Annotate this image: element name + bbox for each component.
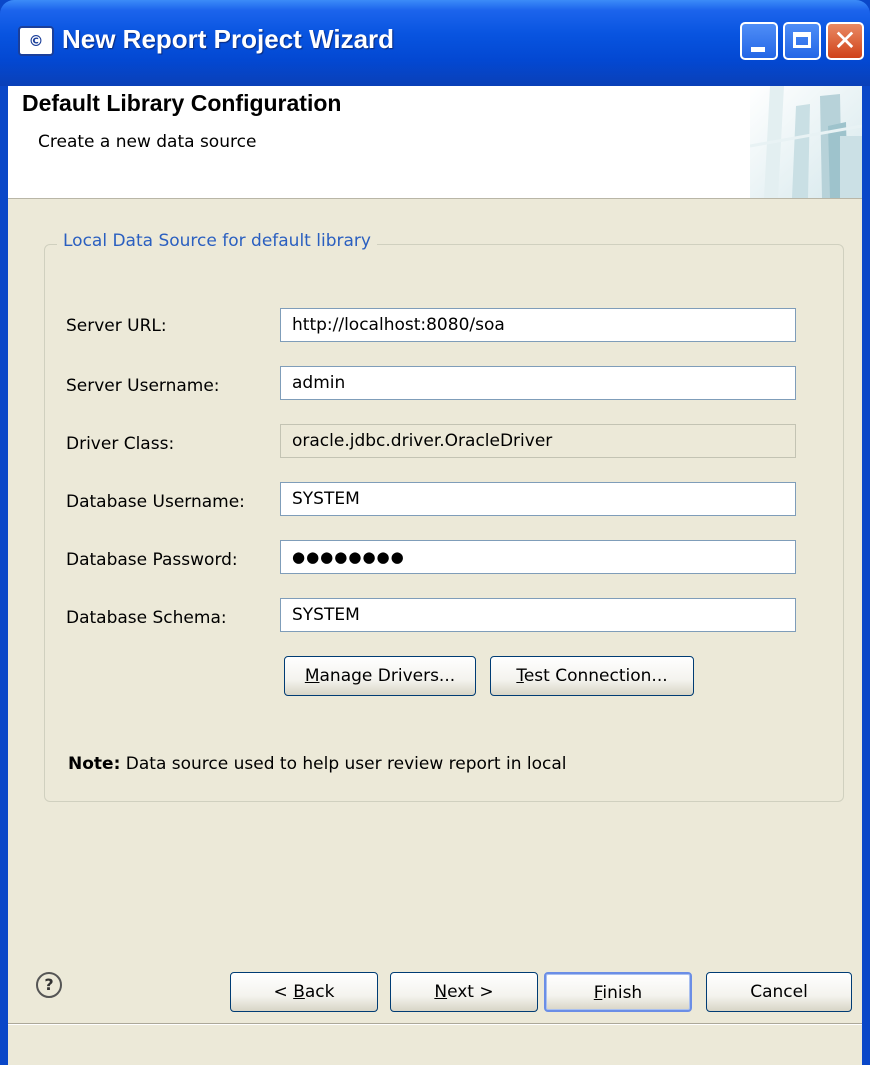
server-username-label: Server Username: — [66, 376, 220, 396]
finish-label: inish — [602, 983, 643, 1003]
maximize-icon — [793, 32, 811, 48]
back-mnemonic: B — [293, 982, 305, 1002]
close-icon: ✕ — [833, 24, 857, 57]
database-password-input[interactable] — [280, 540, 796, 574]
server-url-label: Server URL: — [66, 316, 167, 336]
back-button[interactable]: < Back — [230, 972, 378, 1012]
server-url-input[interactable] — [280, 308, 796, 342]
wizard-window: © New Report Project Wizard ✕ Default Li… — [0, 0, 870, 1065]
test-connection-mnemonic: T — [516, 666, 524, 686]
maximize-button[interactable] — [783, 22, 821, 60]
cancel-button[interactable]: Cancel — [706, 972, 852, 1012]
back-prefix: < — [273, 982, 294, 1002]
wizard-body: Default Library Configuration Create a n… — [8, 86, 862, 1065]
page-title: Default Library Configuration — [22, 90, 342, 116]
minimize-icon — [751, 47, 765, 52]
database-schema-label: Database Schema: — [66, 608, 227, 628]
finish-button[interactable]: Finish — [544, 972, 692, 1012]
back-label: ack — [304, 982, 335, 1002]
next-button[interactable]: Next > — [390, 972, 538, 1012]
title-bar[interactable]: © New Report Project Wizard ✕ — [0, 0, 870, 86]
driver-class-input[interactable] — [280, 424, 796, 458]
database-username-label: Database Username: — [66, 492, 245, 512]
database-password-label: Database Password: — [66, 550, 238, 570]
page-description: Create a new data source — [38, 132, 257, 152]
note-label: Note: — [68, 754, 121, 774]
next-label: ext > — [447, 982, 494, 1002]
manage-drivers-label: anage Drivers... — [319, 666, 456, 686]
app-icon[interactable]: © — [18, 26, 54, 56]
bottom-edge — [8, 1023, 862, 1025]
group-legend: Local Data Source for default library — [57, 231, 377, 251]
note-body: Data source used to help user review rep… — [120, 754, 567, 774]
manage-drivers-button[interactable]: Manage Drivers... — [284, 656, 476, 696]
database-username-input[interactable] — [280, 482, 796, 516]
next-mnemonic: N — [434, 982, 448, 1002]
database-schema-input[interactable] — [280, 598, 796, 632]
test-connection-label: est Connection... — [523, 666, 668, 686]
help-icon[interactable]: ? — [36, 972, 62, 998]
close-button[interactable]: ✕ — [826, 22, 864, 60]
server-username-input[interactable] — [280, 366, 796, 400]
note-text: Note: Data source used to help user revi… — [68, 754, 566, 774]
driver-class-label: Driver Class: — [66, 434, 175, 454]
minimize-button[interactable] — [740, 22, 778, 60]
test-connection-button[interactable]: Test Connection... — [490, 656, 694, 696]
wizard-banner-image — [750, 86, 862, 198]
wizard-header: Default Library Configuration Create a n… — [8, 86, 862, 199]
manage-drivers-mnemonic: M — [304, 666, 320, 686]
window-title: New Report Project Wizard — [62, 24, 395, 54]
